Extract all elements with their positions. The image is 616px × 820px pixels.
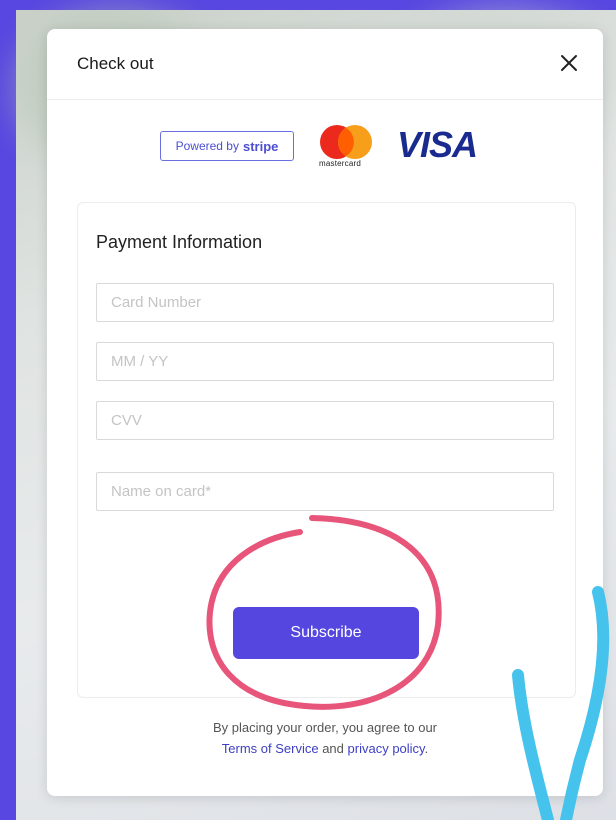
- powered-by-stripe-badge: Powered by stripe: [160, 131, 294, 161]
- payment-logos: Powered by stripe mastercard VISA: [47, 124, 603, 176]
- expiry-input[interactable]: [96, 342, 554, 381]
- close-icon: [561, 55, 577, 71]
- name-on-card-input[interactable]: [96, 472, 554, 511]
- legal-period: .: [424, 741, 429, 756]
- cvv-input[interactable]: [96, 401, 554, 440]
- privacy-policy-link[interactable]: privacy policy: [348, 741, 425, 756]
- modal-header: Check out: [47, 29, 603, 100]
- terms-of-service-link[interactable]: Terms of Service: [222, 741, 319, 756]
- stripe-logo: stripe: [242, 138, 279, 154]
- legal-line-1: By placing your order, you agree to our: [212, 720, 438, 735]
- mastercard-label: mastercard: [319, 159, 362, 168]
- card-number-input[interactable]: [96, 283, 554, 322]
- legal-and: and: [322, 741, 344, 756]
- close-button[interactable]: [557, 51, 581, 75]
- visa-logo: VISA: [397, 124, 478, 165]
- payment-form-card: Payment Information Subscribe: [77, 202, 576, 698]
- legal-line-2: Terms of Service and privacy policy.: [47, 738, 603, 759]
- payment-information-heading: Payment Information: [96, 232, 263, 252]
- legal-notice: By placing your order, you agree to our …: [47, 717, 603, 759]
- checkout-modal: Check out Powered by stripe mastercard V…: [47, 29, 603, 796]
- subscribe-button[interactable]: Subscribe: [233, 607, 419, 659]
- stripe-prefix: Powered by: [175, 139, 239, 153]
- modal-title: Check out: [77, 54, 154, 73]
